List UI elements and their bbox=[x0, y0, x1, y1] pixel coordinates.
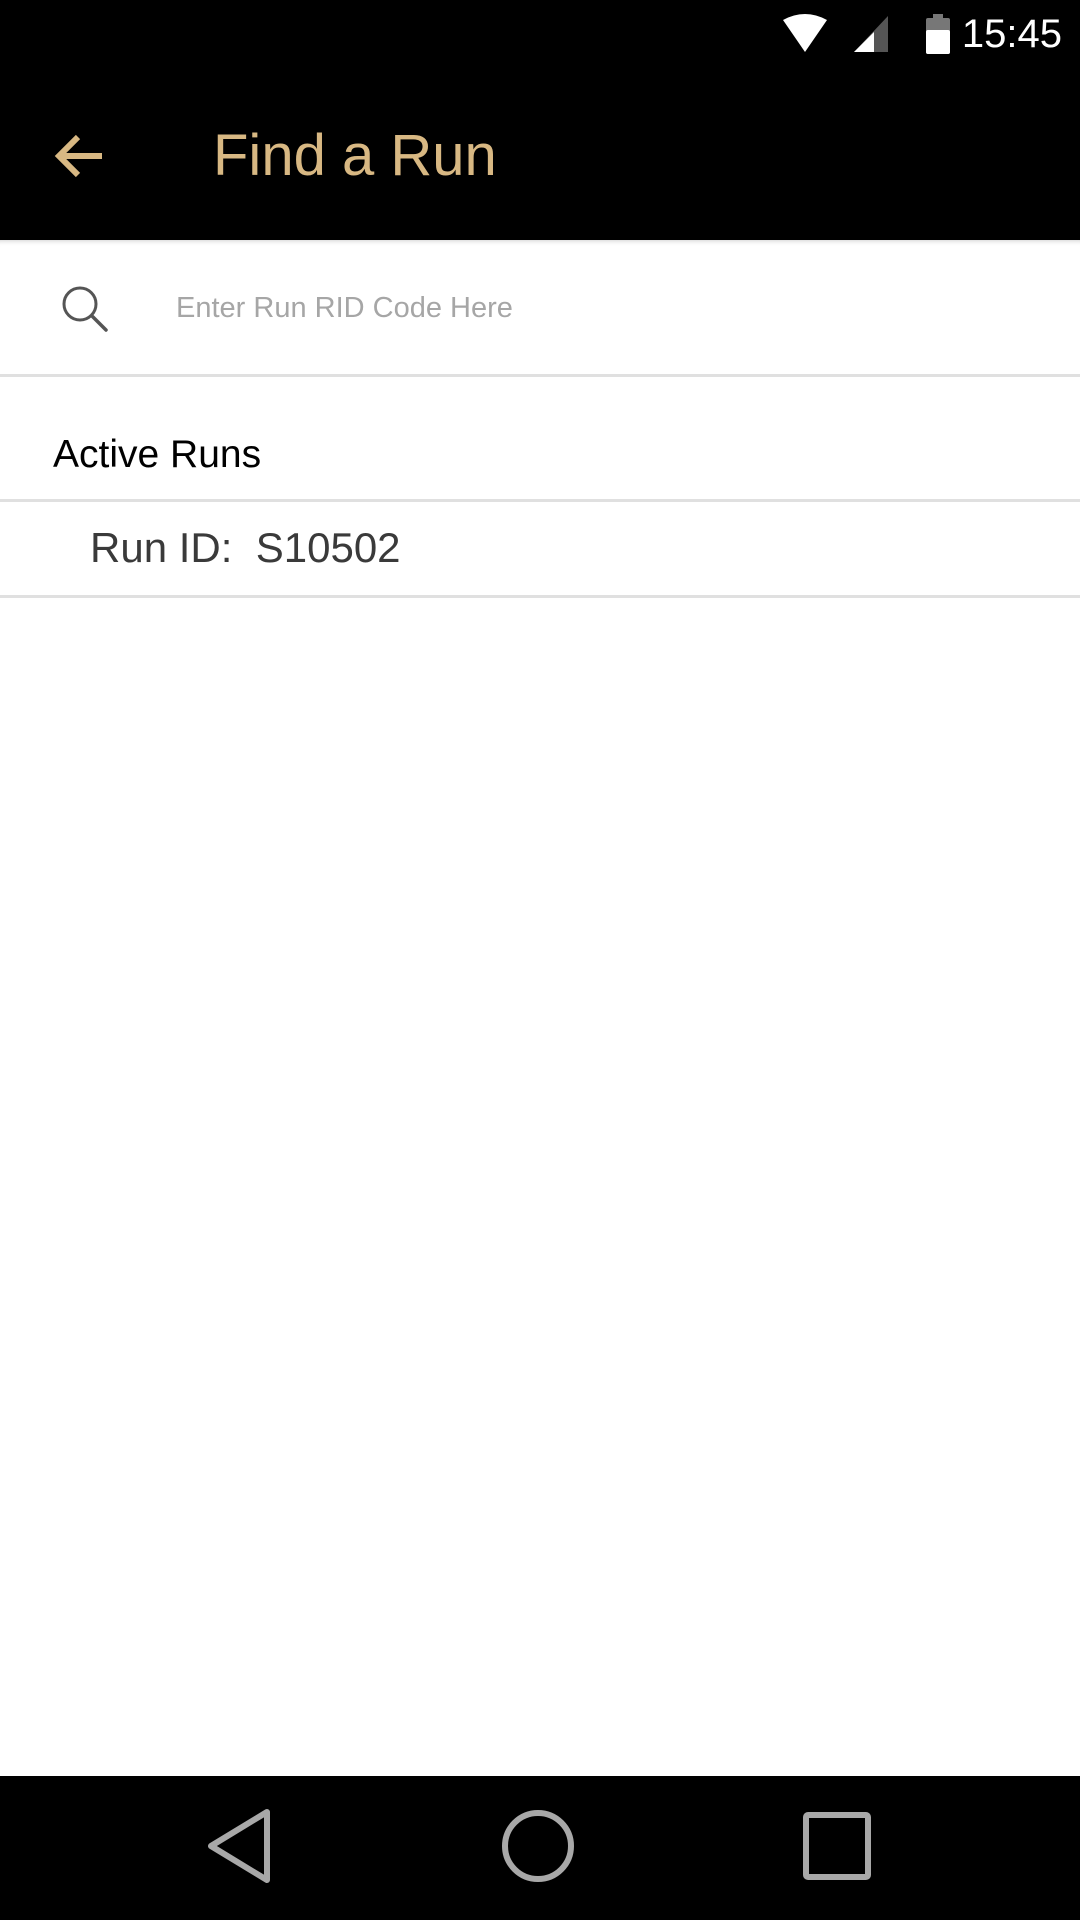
search-bar bbox=[0, 240, 1080, 377]
recents-square-icon bbox=[802, 1811, 872, 1886]
cell-signal-icon bbox=[852, 14, 890, 59]
navigation-bar bbox=[0, 1776, 1080, 1920]
search-input[interactable] bbox=[176, 276, 1036, 340]
app-bar: Find a Run bbox=[0, 72, 1080, 240]
home-circle-icon bbox=[500, 1808, 576, 1889]
page-title: Find a Run bbox=[213, 123, 497, 188]
search-icon[interactable] bbox=[60, 284, 110, 334]
back-button[interactable] bbox=[44, 122, 116, 194]
arrow-left-icon bbox=[52, 131, 108, 186]
run-id-label: Run ID: S10502 bbox=[90, 524, 401, 571]
section-title: Active Runs bbox=[53, 433, 262, 476]
nav-home-button[interactable] bbox=[488, 1806, 588, 1890]
nav-recents-button[interactable] bbox=[787, 1806, 887, 1890]
battery-icon bbox=[924, 14, 952, 59]
list-item[interactable]: Run ID: S10502 bbox=[0, 502, 1080, 598]
active-runs-section: Active Runs bbox=[0, 377, 1080, 502]
back-triangle-icon bbox=[205, 1808, 275, 1889]
status-bar: 15:45 bbox=[0, 0, 1080, 72]
wifi-icon bbox=[782, 14, 828, 59]
nav-back-button[interactable] bbox=[190, 1806, 290, 1890]
status-time: 15:45 bbox=[961, 12, 1062, 56]
